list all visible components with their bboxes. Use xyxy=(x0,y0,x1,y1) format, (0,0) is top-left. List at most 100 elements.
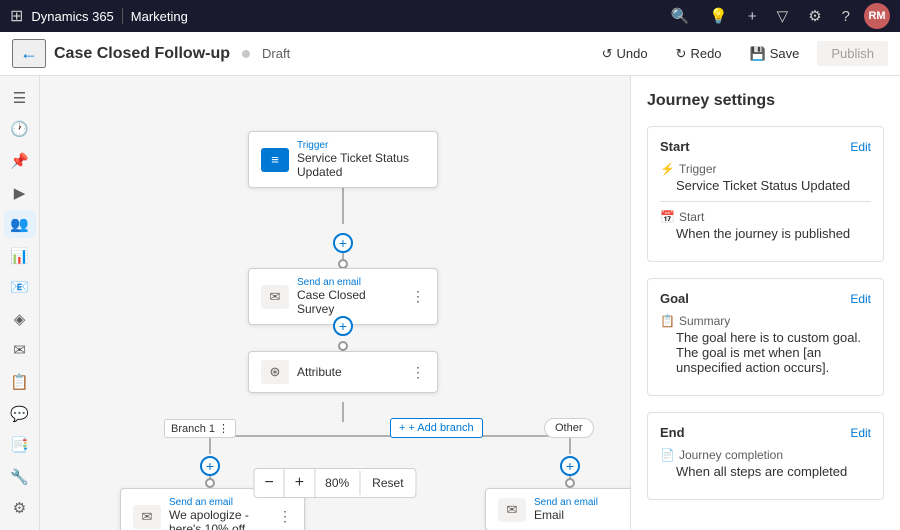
zoom-out-button[interactable]: − xyxy=(254,469,284,497)
avatar[interactable]: RM xyxy=(864,3,890,29)
sidebar-item-segments[interactable]: ◈ xyxy=(4,305,36,333)
add-button-other[interactable]: + xyxy=(560,456,580,476)
settings-end-value: When all steps are completed xyxy=(660,464,871,479)
trigger-icon: ⚡ xyxy=(660,162,675,176)
summary-icon: 📋 xyxy=(660,314,675,328)
sidebar: ☰ 🕐 📌 ▶ 👥 📊 📧 ◈ ✉ 📋 💬 📑 🔧 ⚙ xyxy=(0,76,40,530)
attribute-node[interactable]: ⊛ Attribute ⋮ xyxy=(248,351,438,393)
redo-label: Redo xyxy=(690,46,721,61)
email2-more-icon[interactable]: ⋮ xyxy=(278,508,292,525)
settings-icon[interactable]: ⚙ xyxy=(802,7,827,25)
search-icon[interactable]: 🔍 xyxy=(665,7,696,25)
email1-icon: ✉ xyxy=(261,285,289,309)
settings-goal-header: Goal Edit xyxy=(660,291,871,306)
email3-label-small: Send an email xyxy=(534,497,630,508)
sidebar-item-emails[interactable]: 📧 xyxy=(4,273,36,301)
save-button[interactable]: 💾 Save xyxy=(740,41,810,67)
settings-end-item: 📄 Journey completion When all steps are … xyxy=(660,448,871,479)
branch1-label[interactable]: Branch 1 ⋮ xyxy=(164,419,236,438)
attribute-title: Attribute xyxy=(297,365,403,379)
sidebar-item-config[interactable]: ⚙ xyxy=(4,495,36,523)
trigger-label-small: Trigger xyxy=(297,140,425,151)
filter-icon[interactable]: ▽ xyxy=(771,7,795,25)
undo-icon: ↺ xyxy=(602,46,613,62)
sidebar-item-chats[interactable]: 💬 xyxy=(4,400,36,428)
canvas-inner: ≡ Trigger Service Ticket Status Updated … xyxy=(60,96,610,510)
redo-icon: ↻ xyxy=(676,46,687,62)
email1-more-icon[interactable]: ⋮ xyxy=(411,288,425,305)
sidebar-item-pinned[interactable]: 📌 xyxy=(4,147,36,175)
lightbulb-icon[interactable]: 💡 xyxy=(703,7,734,25)
add-button-branch1[interactable]: + xyxy=(200,456,220,476)
redo-button[interactable]: ↻ Redo xyxy=(666,41,732,67)
settings-goal-edit[interactable]: Edit xyxy=(850,292,871,306)
settings-title: Journey settings xyxy=(647,92,884,110)
email2-content: Send an email We apologize - here's 10% … xyxy=(169,497,270,530)
email1-label-small: Send an email xyxy=(297,277,403,288)
sidebar-item-recent[interactable]: 🕐 xyxy=(4,116,36,144)
connector-dot-2 xyxy=(338,341,348,351)
sidebar-item-tools[interactable]: 🔧 xyxy=(4,463,36,491)
settings-start-time-item: 📅 Start When the journey is published xyxy=(660,210,871,241)
undo-button[interactable]: ↺ Undo xyxy=(592,41,658,67)
app-name: Dynamics 365 xyxy=(31,9,113,24)
canvas-area[interactable]: ≡ Trigger Service Ticket Status Updated … xyxy=(40,76,630,530)
trigger-node-icon: ≡ xyxy=(261,148,289,172)
main-layout: ☰ 🕐 📌 ▶ 👥 📊 📧 ◈ ✉ 📋 💬 📑 🔧 ⚙ xyxy=(0,76,900,530)
email3-title: Email xyxy=(534,508,630,522)
email3-icon: ✉ xyxy=(498,498,526,522)
save-label: Save xyxy=(770,46,800,61)
sidebar-item-messages[interactable]: ✉ xyxy=(4,337,36,365)
calendar-icon: 📅 xyxy=(660,210,675,224)
attribute-more-icon[interactable]: ⋮ xyxy=(411,364,425,381)
publish-button[interactable]: Publish xyxy=(817,41,888,66)
topbar: ⊞ Dynamics 365 Marketing 🔍 💡 + ▽ ⚙ ? RM xyxy=(0,0,900,32)
back-button[interactable]: ← xyxy=(12,39,46,68)
settings-goal-title: Goal xyxy=(660,291,689,306)
settings-goal-item: 📋 Summary The goal here is to custom goa… xyxy=(660,314,871,375)
settings-trigger-item: ⚡ Trigger Service Ticket Status Updated xyxy=(660,162,871,193)
zoom-level: 80% xyxy=(315,471,360,495)
add-button-1[interactable]: + xyxy=(333,233,353,253)
zoom-reset-button[interactable]: Reset xyxy=(360,471,415,495)
help-icon[interactable]: ? xyxy=(836,8,856,25)
apps-icon[interactable]: ⊞ xyxy=(10,6,23,26)
branch1-text: Branch 1 xyxy=(171,423,215,435)
settings-end-title: End xyxy=(660,425,685,440)
sidebar-item-forms[interactable]: 📋 xyxy=(4,368,36,396)
settings-end-edit[interactable]: Edit xyxy=(850,426,871,440)
email1-title: Case Closed Survey xyxy=(297,288,403,316)
journey-completion-icon: 📄 xyxy=(660,448,675,462)
connector-dot-branch1 xyxy=(205,478,215,488)
sidebar-item-menu[interactable]: ☰ xyxy=(4,84,36,112)
attribute-content: Attribute xyxy=(297,365,403,379)
zoom-controls: − + 80% Reset xyxy=(253,468,416,498)
save-icon: 💾 xyxy=(750,46,766,62)
settings-goal-label: 📋 Summary xyxy=(660,314,871,328)
add-branch-button[interactable]: + + Add branch xyxy=(390,418,483,438)
sidebar-item-lists[interactable]: 📑 xyxy=(4,431,36,459)
zoom-in-button[interactable]: + xyxy=(285,469,315,497)
add-branch-label: + Add branch xyxy=(408,422,473,434)
settings-start-time-label: 📅 Start xyxy=(660,210,871,224)
add-icon[interactable]: + xyxy=(742,8,763,25)
settings-start-divider xyxy=(660,201,871,202)
settings-trigger-value: Service Ticket Status Updated xyxy=(660,178,871,193)
add-button-2[interactable]: + xyxy=(333,316,353,336)
app-module: Marketing xyxy=(131,9,188,24)
attribute-icon: ⊛ xyxy=(261,360,289,384)
trigger-node[interactable]: ≡ Trigger Service Ticket Status Updated xyxy=(248,131,438,188)
connector-dot-other xyxy=(565,478,575,488)
toolbar: ← Case Closed Follow-up Draft ↺ Undo ↻ R… xyxy=(0,32,900,76)
sidebar-item-contacts[interactable]: 👥 xyxy=(4,210,36,238)
branch1-expand-icon[interactable]: ⋮ xyxy=(218,422,229,435)
settings-goal-section: Goal Edit 📋 Summary The goal here is to … xyxy=(647,278,884,396)
sidebar-item-analytics[interactable]: 📊 xyxy=(4,242,36,270)
settings-start-title: Start xyxy=(660,139,690,154)
trigger-node-title: Service Ticket Status Updated xyxy=(297,151,425,179)
other-label: Other xyxy=(544,418,594,438)
settings-end-section: End Edit 📄 Journey completion When all s… xyxy=(647,412,884,500)
email3-node[interactable]: ✉ Send an email Email ⚠ xyxy=(485,488,630,530)
settings-start-edit[interactable]: Edit xyxy=(850,140,871,154)
sidebar-item-play[interactable]: ▶ xyxy=(4,179,36,207)
